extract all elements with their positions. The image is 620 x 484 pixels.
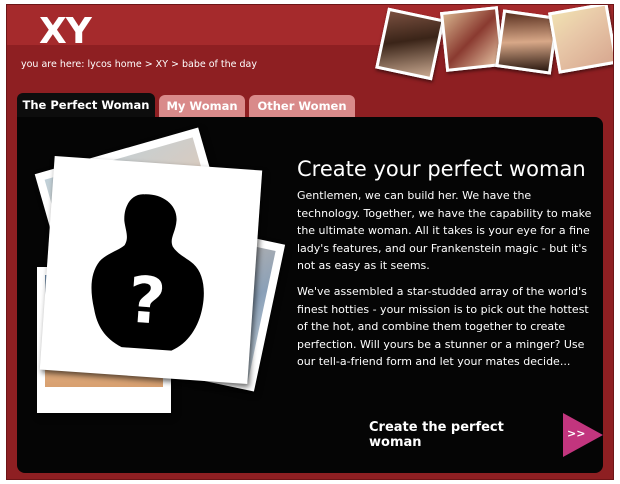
page-title: Create your perfect woman [297,157,586,181]
create-perfect-woman-button[interactable]: Create the perfect woman >> [369,413,603,457]
cta-arrow-text: >> [567,427,586,440]
main-panel: ? Create your perfect woman Gentlemen, w… [17,117,603,473]
mission-paragraph: We've assembled a star-studded array of … [297,285,589,368]
tab-perfect-woman[interactable]: The Perfect Woman [17,93,155,117]
header-photo [548,5,613,74]
woman-silhouette-icon: ? [50,166,252,374]
site-logo[interactable]: XY [39,11,92,52]
question-mark: ? [126,264,168,340]
silhouette-polaroid: ? [39,156,263,384]
intro-paragraph: Gentlemen, we can build her. We have the… [297,189,592,272]
play-arrow-icon[interactable]: >> [563,413,603,457]
header-photo [375,7,445,81]
tab-other-women[interactable]: Other Women [249,95,355,117]
breadcrumb: you are here: lycos home > XY > babe of … [21,59,258,70]
page-frame: XY you are here: lycos home > XY > babe … [6,4,614,480]
tab-my-woman[interactable]: My Woman [159,95,245,117]
cta-label: Create the perfect woman [369,420,504,450]
header-photo [440,6,504,72]
header-photo-strip [373,5,613,85]
